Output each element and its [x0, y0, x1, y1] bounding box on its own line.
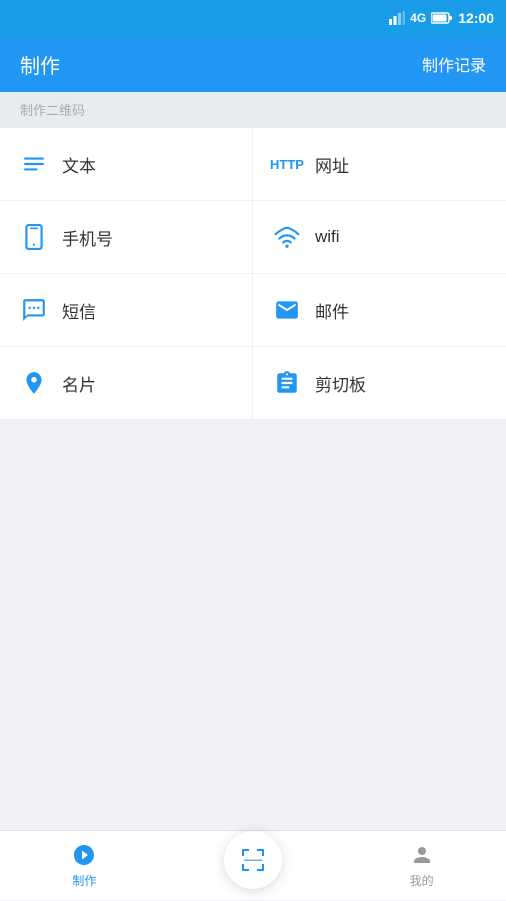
- page-title: 制作: [20, 50, 60, 79]
- network-type: 4G: [410, 11, 426, 25]
- menu-item-phone[interactable]: 手机号: [0, 201, 253, 274]
- menu-item-email[interactable]: 邮件: [253, 274, 506, 347]
- status-bar: 4G 12:00: [0, 0, 506, 36]
- menu-item-phone-label: 手机号: [62, 225, 113, 250]
- http-icon: HTTP: [273, 150, 301, 178]
- menu-item-sms-label: 短信: [62, 298, 96, 323]
- clipboard-icon: [273, 369, 301, 397]
- card-icon: [20, 369, 48, 397]
- nav-item-create[interactable]: 制作: [0, 842, 169, 889]
- menu-item-clipboard-label: 剪切板: [315, 371, 366, 396]
- section-header-text: 制作二维码: [20, 103, 85, 118]
- sms-icon: [20, 296, 48, 324]
- profile-nav-icon: [409, 842, 435, 868]
- menu-item-card[interactable]: 名片: [0, 347, 253, 420]
- menu-item-email-label: 邮件: [315, 298, 349, 323]
- menu-item-sms[interactable]: 短信: [0, 274, 253, 347]
- menu-item-wifi[interactable]: wifi: [253, 201, 506, 274]
- create-nav-icon: [71, 842, 97, 868]
- top-bar: 制作 制作记录: [0, 36, 506, 92]
- email-icon: [273, 296, 301, 324]
- nav-item-profile[interactable]: 我的: [337, 842, 506, 889]
- history-button[interactable]: 制作记录: [422, 52, 486, 76]
- bottom-nav: 制作 我的: [0, 830, 506, 900]
- nav-profile-label: 我的: [410, 872, 434, 889]
- menu-item-text-label: 文本: [62, 152, 96, 177]
- content-area: [0, 420, 506, 850]
- wifi-icon: [273, 223, 301, 251]
- menu-grid: 文本 HTTP 网址 手机号 wifi 短信: [0, 128, 506, 420]
- text-icon: [20, 150, 48, 178]
- scan-icon: [238, 845, 268, 875]
- menu-item-url[interactable]: HTTP 网址: [253, 128, 506, 201]
- menu-item-card-label: 名片: [62, 371, 96, 396]
- section-header: 制作二维码: [0, 92, 506, 128]
- scan-button[interactable]: [224, 831, 282, 889]
- menu-item-wifi-label: wifi: [315, 227, 340, 247]
- status-time: 12:00: [458, 10, 494, 26]
- phone-icon: [20, 223, 48, 251]
- menu-item-clipboard[interactable]: 剪切板: [253, 347, 506, 420]
- nav-item-scan[interactable]: [169, 831, 338, 901]
- nav-create-label: 制作: [72, 872, 96, 889]
- menu-item-url-label: 网址: [315, 152, 349, 177]
- status-icons: 4G 12:00: [389, 10, 494, 26]
- signal-icon: [389, 11, 405, 25]
- battery-icon: [431, 12, 453, 24]
- menu-item-text[interactable]: 文本: [0, 128, 253, 201]
